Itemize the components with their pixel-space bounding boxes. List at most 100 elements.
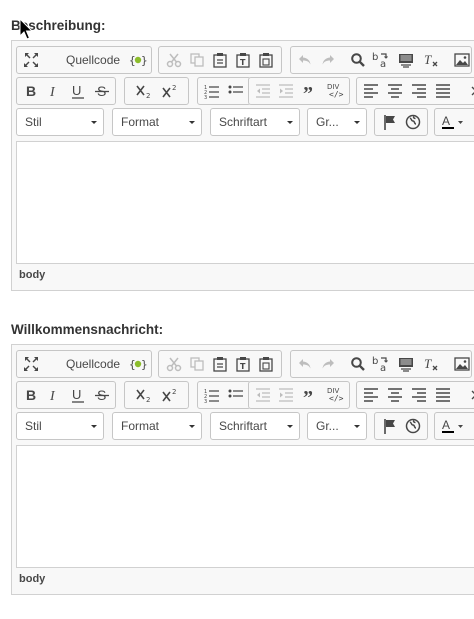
strike-icon[interactable]: S bbox=[91, 81, 113, 101]
copy-icon[interactable] bbox=[186, 50, 208, 70]
svg-text:T: T bbox=[240, 58, 246, 67]
remove-format-icon[interactable]: T bbox=[420, 354, 442, 374]
blockquote-icon[interactable]: ” bbox=[300, 81, 322, 101]
text-color-icon[interactable]: A bbox=[441, 112, 467, 132]
svg-text:T: T bbox=[424, 52, 432, 67]
paste-word-icon[interactable] bbox=[255, 354, 277, 374]
svg-text:{: { bbox=[129, 358, 136, 371]
paste-text-icon[interactable]: T bbox=[232, 50, 254, 70]
superscript-icon[interactable]: 2 bbox=[159, 385, 181, 405]
align-right-icon[interactable] bbox=[408, 81, 430, 101]
text-color-icon[interactable]: A bbox=[441, 416, 467, 436]
subscript-icon[interactable]: 2 bbox=[133, 385, 155, 405]
font-select-value: Schriftart bbox=[219, 419, 268, 433]
maximize-icon[interactable] bbox=[20, 50, 42, 70]
select-all-icon[interactable] bbox=[395, 50, 417, 70]
indent-icon[interactable] bbox=[275, 385, 297, 405]
cut-icon[interactable] bbox=[163, 354, 185, 374]
format-select-value: Format bbox=[121, 115, 160, 129]
toolbar-group-colors: A bbox=[434, 108, 474, 136]
italic-icon[interactable]: I bbox=[43, 81, 65, 101]
element-path-body[interactable]: body bbox=[19, 269, 45, 281]
bidi-icon[interactable] bbox=[465, 385, 474, 405]
underline-icon[interactable]: U bbox=[67, 81, 89, 101]
image-icon[interactable] bbox=[451, 50, 473, 70]
bulleted-list-icon[interactable] bbox=[225, 81, 247, 101]
align-right-icon[interactable] bbox=[408, 385, 430, 405]
paste-word-icon[interactable] bbox=[255, 50, 277, 70]
find-icon[interactable] bbox=[347, 354, 369, 374]
select-all-icon[interactable] bbox=[395, 354, 417, 374]
description-content-area[interactable] bbox=[16, 141, 474, 264]
copy-icon[interactable] bbox=[186, 354, 208, 374]
paste-icon[interactable] bbox=[209, 50, 231, 70]
justify-icon[interactable] bbox=[432, 385, 454, 405]
outdent-icon[interactable] bbox=[252, 385, 274, 405]
bold-icon[interactable]: B bbox=[20, 385, 42, 405]
source-button-label[interactable]: Quellcode bbox=[66, 357, 120, 371]
remove-format-icon[interactable]: T bbox=[420, 50, 442, 70]
style-select[interactable]: Stil bbox=[16, 108, 104, 136]
size-select[interactable]: Gr... bbox=[307, 108, 367, 136]
svg-text:U: U bbox=[72, 387, 81, 402]
size-select-value: Gr... bbox=[316, 115, 339, 129]
bold-icon[interactable]: B bbox=[20, 81, 42, 101]
align-left-icon[interactable] bbox=[360, 385, 382, 405]
numbered-list-icon[interactable]: 123 bbox=[201, 81, 223, 101]
bulleted-list-icon[interactable] bbox=[225, 385, 247, 405]
size-select-value: Gr... bbox=[316, 419, 339, 433]
template-icon[interactable]: {} bbox=[127, 354, 149, 374]
replace-icon[interactable]: ba bbox=[370, 50, 392, 70]
globe-icon[interactable] bbox=[402, 416, 424, 436]
div-icon[interactable]: DIV </> bbox=[324, 385, 346, 405]
undo-icon[interactable] bbox=[294, 50, 316, 70]
underline-icon[interactable]: U bbox=[67, 385, 89, 405]
div-icon[interactable]: DIV </> bbox=[324, 81, 346, 101]
anchor-flag-icon[interactable] bbox=[379, 112, 401, 132]
font-select[interactable]: Schriftart bbox=[210, 108, 300, 136]
paste-text-icon[interactable]: T bbox=[232, 354, 254, 374]
welcome-message-content-area[interactable] bbox=[16, 445, 474, 568]
blockquote-icon[interactable]: ” bbox=[300, 385, 322, 405]
element-path-body[interactable]: body bbox=[19, 573, 45, 585]
anchor-flag-icon[interactable] bbox=[379, 416, 401, 436]
cut-icon[interactable] bbox=[163, 50, 185, 70]
image-icon[interactable] bbox=[451, 354, 473, 374]
align-center-icon[interactable] bbox=[384, 385, 406, 405]
indent-icon[interactable] bbox=[275, 81, 297, 101]
numbered-list-icon[interactable]: 123 bbox=[201, 385, 223, 405]
redo-icon[interactable] bbox=[317, 354, 339, 374]
source-button-label[interactable]: Quellcode bbox=[66, 53, 120, 67]
superscript-icon[interactable]: 2 bbox=[159, 81, 181, 101]
paste-icon[interactable] bbox=[209, 354, 231, 374]
bidi-icon[interactable] bbox=[465, 81, 474, 101]
toolbar-group-links bbox=[374, 412, 428, 440]
strike-icon[interactable]: S bbox=[91, 385, 113, 405]
format-select[interactable]: Format bbox=[112, 108, 202, 136]
maximize-icon[interactable] bbox=[20, 354, 42, 374]
font-select[interactable]: Schriftart bbox=[210, 412, 300, 440]
svg-text:2: 2 bbox=[172, 84, 176, 92]
svg-text:3: 3 bbox=[204, 95, 207, 99]
replace-icon[interactable]: ba bbox=[370, 354, 392, 374]
find-icon[interactable] bbox=[347, 50, 369, 70]
italic-icon[interactable]: I bbox=[43, 385, 65, 405]
globe-icon[interactable] bbox=[402, 112, 424, 132]
toolbar-group-blocks: ” DIV </> bbox=[248, 381, 350, 409]
style-select[interactable]: Stil bbox=[16, 412, 104, 440]
svg-text:2: 2 bbox=[172, 388, 176, 396]
redo-icon[interactable] bbox=[317, 50, 339, 70]
chevron-down-icon bbox=[91, 121, 97, 124]
format-select[interactable]: Format bbox=[112, 412, 202, 440]
svg-text:B: B bbox=[26, 387, 36, 403]
outdent-icon[interactable] bbox=[252, 81, 274, 101]
align-left-icon[interactable] bbox=[360, 81, 382, 101]
subscript-icon[interactable]: 2 bbox=[133, 81, 155, 101]
justify-icon[interactable] bbox=[432, 81, 454, 101]
toolbar-row-2: B I U S 2 2 123 ” DIV </> bbox=[16, 77, 474, 105]
size-select[interactable]: Gr... bbox=[307, 412, 367, 440]
font-select-value: Schriftart bbox=[219, 115, 268, 129]
template-icon[interactable]: {} bbox=[127, 50, 149, 70]
align-center-icon[interactable] bbox=[384, 81, 406, 101]
undo-icon[interactable] bbox=[294, 354, 316, 374]
